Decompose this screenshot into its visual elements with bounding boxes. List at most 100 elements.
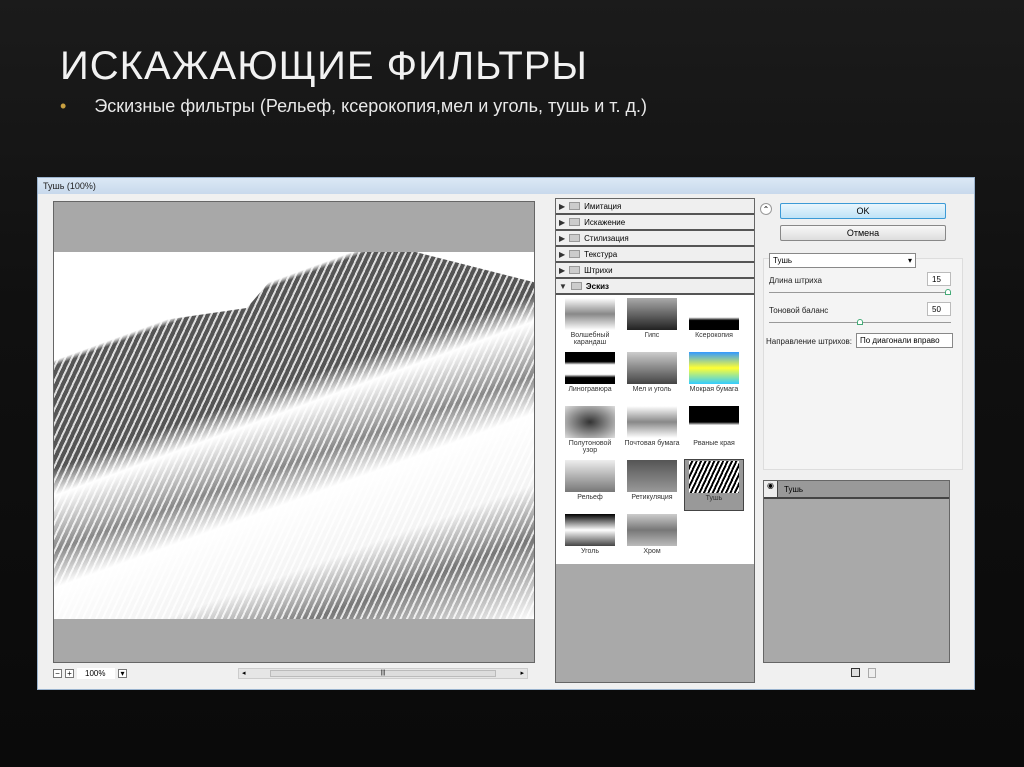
filter-label: Рельеф [577,494,603,501]
filter-params: Тушь ▾ Длина штриха 15 Тоновой баланс 50 … [763,253,963,470]
filter-thumbnail[interactable]: Полутоновой узор [560,405,620,457]
chevron-down-icon: ▾ [907,256,912,265]
thumbnail-image [689,461,739,493]
new-layer-icon[interactable] [851,668,860,677]
thumbnail-image [689,406,739,438]
settings-panel: ⌃ OK Отмена Тушь ▾ Длина штриха 15 Тоново… [758,198,968,688]
zoom-out-button[interactable]: − [53,668,62,678]
filter-label: Уголь [580,548,599,555]
thumbnail-image [627,460,677,492]
thumbnail-image [627,298,677,330]
folder-icon [569,234,581,242]
filter-select[interactable]: Тушь ▾ [769,253,916,268]
filter-label: Ретикуляция [631,494,673,501]
filter-thumbnail[interactable]: Ксерокопия [684,297,744,349]
filter-label: Тушь [705,495,723,502]
zoom-in-button[interactable]: + [65,668,74,678]
tone-slider-handle[interactable] [857,319,863,325]
eye-icon[interactable]: ◉ [764,481,778,497]
preview-image [54,252,534,619]
thumbnail-image [565,460,615,492]
filter-gallery-window: Тушь (100%) − + 100% ▾ ◂ ||| ▸ ▶ Имитация ▶ И… [37,177,975,690]
preview-statusbar: − + 100% ▾ ◂ ||| ▸ [53,666,535,680]
stroke-length-input[interactable]: 15 [927,272,951,286]
bullet-item: • Эскизные фильтры (Рельеф, ксерокопия,ме… [60,96,647,117]
zoom-dropdown-icon[interactable]: ▾ [118,668,127,678]
tone-label: Тоновой баланс [769,306,829,315]
zoom-level[interactable]: 100% [77,667,115,679]
category-label: Эскиз [585,281,609,291]
thumbnail-image [627,352,677,384]
filter-thumbnail[interactable]: Гипс [622,297,682,349]
filter-gallery: ▶ Имитация ▶ Искажение ▶ Стилизация ▶ Текстура ▶… [555,198,755,683]
filter-thumbnail[interactable]: Уголь [560,513,620,565]
effect-layers: ◉ Тушь [763,480,950,663]
filter-select-value: Тушь [773,256,793,265]
filter-category[interactable]: ▶ Имитация [556,199,754,215]
stroke-length-slider-handle[interactable] [945,289,951,295]
filter-label: Мел и уголь [632,386,672,393]
expand-icon: ▶ [559,249,566,259]
filter-label: Полутоновой узор [568,440,612,454]
slide-title: ИСКАЖАЮЩИЕ ФИЛЬТРЫ [60,44,588,88]
direction-select[interactable]: По диагонали вправо [856,333,953,348]
filter-thumbnail[interactable]: Ретикуляция [622,459,682,511]
filter-thumbnail[interactable]: Рельеф [560,459,620,511]
category-label: Текстура [584,249,618,259]
layer-row[interactable]: ◉ Тушь [764,481,949,499]
stroke-length-label: Длина штриха [769,276,823,285]
filter-label: Мокрая бумага [689,386,739,393]
folder-icon [569,218,581,226]
filter-thumbnail[interactable]: Волшебный карандаш [560,297,620,349]
filter-thumbnail[interactable]: Мокрая бумага [684,351,744,403]
filter-category[interactable]: ▶ Стилизация [556,231,754,247]
filter-label: Хром [643,548,661,555]
filter-label: Линогравюра [568,386,612,393]
direction-label: Направление штрихов: [766,337,853,346]
thumbnail-image [689,352,739,384]
filter-label: Рваные края [693,440,735,447]
window-title: Тушь (100%) [38,178,974,194]
horizontal-scrollbar[interactable]: ◂ ||| ▸ [238,667,528,679]
direction-value: По диагонали вправо [860,336,940,345]
bullet-mark: • [60,96,67,116]
layer-name: Тушь [784,484,804,494]
filter-thumbnail[interactable]: Почтовая бумага [622,405,682,457]
category-label: Имитация [584,201,622,211]
stroke-length-slider[interactable] [769,292,951,293]
thumbnail-image [689,298,739,330]
thumbnail-image [627,406,677,438]
thumbnail-image [565,298,615,330]
filter-thumbnail[interactable]: Мел и уголь [622,351,682,403]
folder-icon [569,266,581,274]
filter-category[interactable]: ▼ Эскиз [556,279,754,295]
thumbnail-image [565,352,615,384]
filter-label: Гипс [644,332,660,339]
cancel-button[interactable]: Отмена [780,225,946,241]
expand-icon: ▶ [559,201,566,211]
expand-icon: ▶ [559,217,566,227]
filter-category[interactable]: ▶ Текстура [556,247,754,263]
filter-category[interactable]: ▶ Штрихи [556,263,754,279]
folder-icon [570,282,582,290]
filter-thumbnail[interactable]: Хром [622,513,682,565]
filter-thumbnail[interactable]: Линогравюра [560,351,620,403]
filter-thumbnail[interactable]: Тушь [684,459,744,511]
expand-icon: ▶ [559,265,566,275]
expand-icon: ▼ [559,281,567,291]
category-label: Стилизация [584,233,629,243]
thumbnail-image [565,514,615,546]
thumbnail-image [565,406,615,438]
tone-input[interactable]: 50 [927,302,951,316]
filter-category[interactable]: ▶ Искажение [556,215,754,231]
folder-icon [569,202,581,210]
delete-layer-icon[interactable] [868,668,876,678]
ok-button[interactable]: OK [780,203,946,219]
collapse-gallery-button[interactable]: ⌃ [760,203,772,215]
preview-area[interactable] [53,201,535,663]
folder-icon [569,250,581,258]
filter-label: Волшебный карандаш [570,332,610,346]
filter-thumbnail[interactable]: Рваные края [684,405,744,457]
category-label: Штрихи [584,265,613,275]
bullet-text: Эскизные фильтры (Рельеф, ксерокопия,мел… [94,96,648,116]
